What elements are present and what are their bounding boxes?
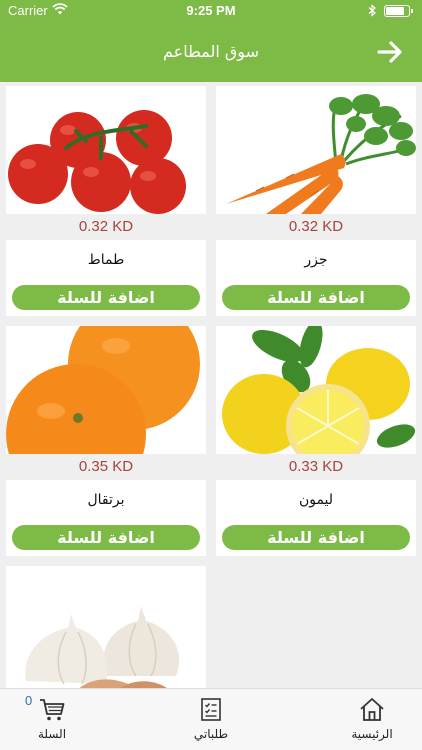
orange-image: [6, 326, 206, 454]
cart-icon: [40, 699, 65, 721]
tab-home[interactable]: الرئيسية: [322, 693, 422, 749]
battery-icon: [384, 5, 413, 17]
product-price: 0.35 KD: [78, 458, 134, 475]
product-card-lemon[interactable]: 0.33 KD ليمون اضافة للسلة: [216, 326, 416, 556]
product-price: 0.32 KD: [288, 218, 344, 235]
home-icon: [360, 698, 384, 721]
add-to-cart-button[interactable]: اضافة للسلة: [222, 285, 410, 310]
product-price: 0.32 KD: [78, 218, 134, 235]
add-to-cart-button[interactable]: اضافة للسلة: [12, 525, 200, 550]
product-name: برتقال: [87, 492, 125, 508]
product-card-orange[interactable]: 0.35 KD برتقال اضافة للسلة: [6, 326, 206, 556]
carrot-image: [216, 86, 416, 214]
status-bar: Carrier 9:25 PM: [0, 0, 422, 22]
add-to-cart-button[interactable]: اضافة للسلة: [12, 285, 200, 310]
cart-count-badge: 0: [25, 693, 33, 708]
status-time: 9:25 PM: [186, 3, 236, 18]
product-price: 0.33 KD: [288, 458, 344, 475]
tab-orders[interactable]: طلباتي: [161, 693, 261, 749]
add-to-cart-button[interactable]: اضافة للسلة: [222, 525, 410, 550]
orders-list-icon: [201, 698, 221, 721]
tab-orders-label: طلباتي: [193, 727, 229, 741]
product-name: طماط: [87, 252, 125, 268]
tab-cart[interactable]: 0 السلة: [2, 693, 102, 749]
product-name: جزر: [304, 252, 328, 268]
product-card-tomato[interactable]: 0.32 KD طماط اضافة للسلة: [6, 86, 206, 316]
bluetooth-icon: [368, 4, 376, 17]
garlic-image: [6, 566, 206, 696]
product-card-carrot[interactable]: 0.32 KD جزر اضافة للسلة: [216, 86, 416, 316]
header-bar: سوق المطاعم: [0, 22, 422, 82]
product-name: ليمون: [298, 492, 334, 508]
arrow-right-icon[interactable]: [376, 38, 404, 66]
tab-cart-label: السلة: [37, 727, 67, 741]
page-title: سوق المطاعم: [163, 42, 259, 61]
lemon-image: [216, 326, 416, 454]
tab-bar: الرئيسية طلباتي 0 السلة: [0, 688, 422, 750]
product-card-garlic[interactable]: [6, 566, 206, 696]
tab-home-label: الرئيسية: [351, 727, 393, 741]
tomato-image: [6, 86, 206, 214]
